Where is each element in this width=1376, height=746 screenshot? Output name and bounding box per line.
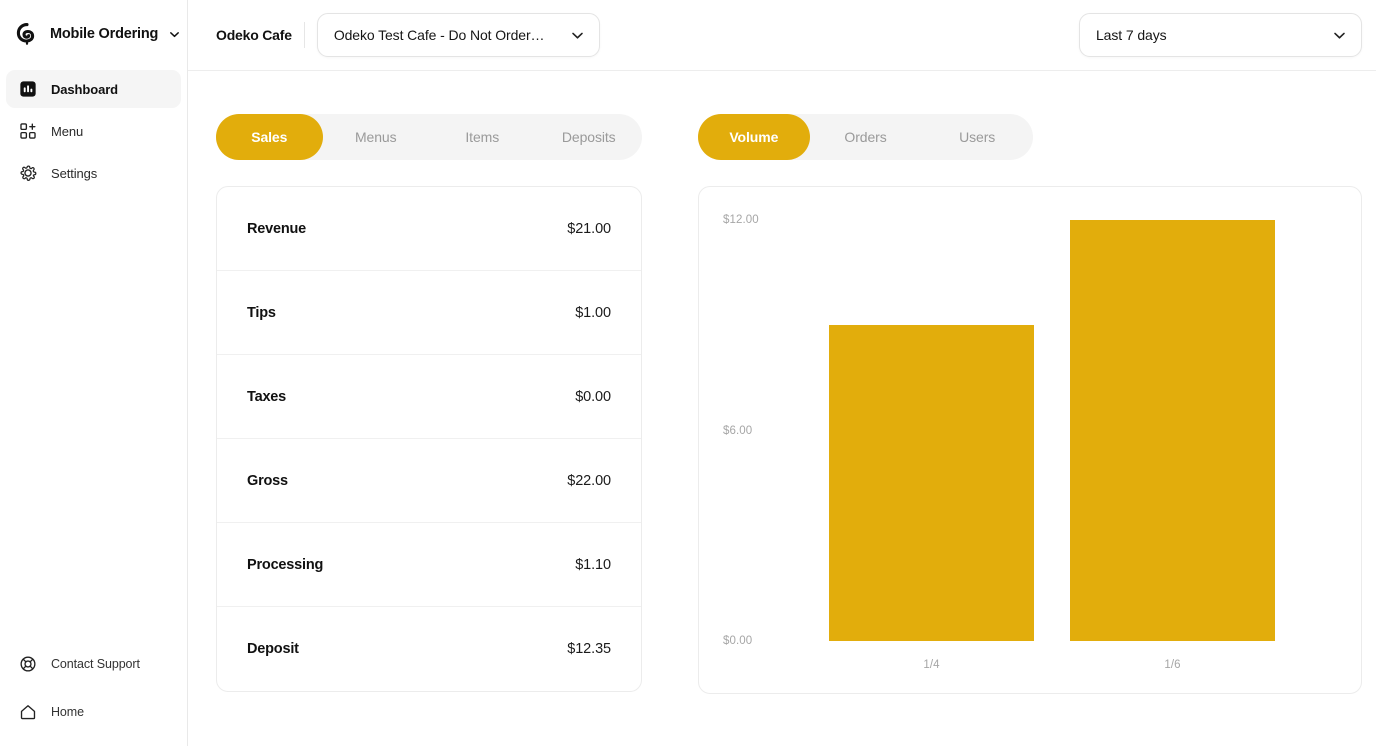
metric-value: $1.10 [575, 556, 611, 573]
home-icon [18, 702, 38, 722]
table-row: Taxes $0.00 [217, 355, 641, 439]
store-select[interactable]: Odeko Test Cafe - Do Not Order - 1... [316, 13, 600, 57]
table-row: Processing $1.10 [217, 523, 641, 607]
metric-label: Taxes [247, 388, 287, 405]
metric-label: Gross [247, 472, 288, 489]
odeko-logo-icon [14, 21, 40, 47]
tab-sales[interactable]: Sales [216, 114, 323, 160]
table-row: Deposit $12.35 [217, 607, 641, 691]
metric-label: Revenue [247, 220, 307, 237]
main-area: Odeko Cafe Odeko Test Cafe - Do Not Orde… [188, 0, 1376, 746]
metric-value: $21.00 [567, 220, 611, 237]
brand-switcher[interactable]: Mobile Ordering [0, 6, 187, 62]
bar-group [1052, 220, 1293, 641]
chevron-down-icon[interactable] [168, 28, 181, 41]
x-axis-tick-label: 1/4 [923, 659, 940, 671]
sales-panel: Sales Menus Items Deposits Revenue $21.0… [216, 114, 642, 746]
volume-bar-chart: $12.00 $6.00 $0.00 1/4 1/6 [698, 186, 1362, 694]
app-root: Mobile Ordering Dashboard Menu Settings … [0, 0, 1376, 746]
tab-menus[interactable]: Menus [323, 114, 430, 160]
sidebar-item-label: Settings [51, 165, 98, 181]
metric-value: $0.00 [575, 388, 611, 405]
gear-icon [18, 163, 38, 183]
chart-tabs: Volume Orders Users [698, 114, 1033, 160]
tab-users[interactable]: Users [921, 114, 1033, 160]
x-axis-tick-label: 1/6 [1164, 659, 1181, 671]
sidebar-item-settings[interactable]: Settings [6, 154, 181, 192]
chart-bars [811, 220, 1293, 641]
date-range-select[interactable]: Last 7 days [1079, 13, 1362, 57]
top-bar: Odeko Cafe Odeko Test Cafe - Do Not Orde… [188, 0, 1376, 71]
chart-plot-area: $12.00 $6.00 $0.00 1/4 1/6 [699, 187, 1361, 693]
sidebar-item-label: Home [51, 705, 84, 719]
sales-tabs: Sales Menus Items Deposits [216, 114, 642, 160]
metric-label: Deposit [247, 641, 299, 657]
table-row: Tips $1.00 [217, 271, 641, 355]
metric-value: $22.00 [567, 472, 611, 489]
content-area: Sales Menus Items Deposits Revenue $21.0… [188, 71, 1376, 746]
sidebar-bottom-nav: Contact Support Home [0, 644, 187, 740]
sidebar-item-menu[interactable]: Menu [6, 112, 181, 150]
table-row: Revenue $21.00 [217, 187, 641, 271]
sidebar-item-label: Contact Support [51, 657, 140, 671]
menu-grid-plus-icon [18, 121, 38, 141]
metric-value: $1.00 [575, 304, 611, 321]
metrics-card: Revenue $21.00 Tips $1.00 Taxes $0.00 Gr… [216, 186, 642, 692]
metric-value: $12.35 [567, 641, 611, 657]
y-axis-tick-label: $0.00 [723, 635, 753, 647]
header-divider [303, 22, 305, 48]
tab-volume[interactable]: Volume [698, 114, 810, 160]
sidebar-nav: Dashboard Menu Settings [0, 70, 187, 196]
chevron-down-icon[interactable] [560, 28, 585, 43]
tab-items[interactable]: Items [429, 114, 536, 160]
chart-bar[interactable] [829, 325, 1034, 641]
cafe-label: Odeko Cafe [216, 27, 292, 43]
metric-label: Processing [247, 556, 324, 573]
lifebuoy-icon [18, 654, 38, 674]
chevron-down-icon[interactable] [1322, 28, 1347, 43]
tab-orders[interactable]: Orders [810, 114, 922, 160]
table-row: Gross $22.00 [217, 439, 641, 523]
sidebar-item-label: Menu [51, 123, 84, 139]
y-axis-tick-label: $12.00 [723, 214, 759, 226]
chart-bar[interactable] [1070, 220, 1275, 641]
metric-label: Tips [247, 304, 276, 321]
dashboard-chart-icon [18, 79, 38, 99]
brand-name: Mobile Ordering [50, 26, 159, 42]
sidebar: Mobile Ordering Dashboard Menu Settings … [0, 0, 188, 746]
y-axis-tick-label: $6.00 [723, 424, 753, 437]
bar-group [811, 220, 1052, 641]
tab-deposits[interactable]: Deposits [536, 114, 643, 160]
date-range-value: Last 7 days [1096, 27, 1167, 43]
sidebar-item-label: Dashboard [51, 81, 119, 97]
store-select-value: Odeko Test Cafe - Do Not Order - 1... [333, 27, 546, 43]
volume-panel: Volume Orders Users $12.00 $6.00 $0.00 1/4… [698, 114, 1362, 746]
sidebar-item-home[interactable]: Home [6, 692, 181, 732]
sidebar-item-dashboard[interactable]: Dashboard [6, 70, 181, 108]
sidebar-item-contact-support[interactable]: Contact Support [6, 644, 181, 684]
